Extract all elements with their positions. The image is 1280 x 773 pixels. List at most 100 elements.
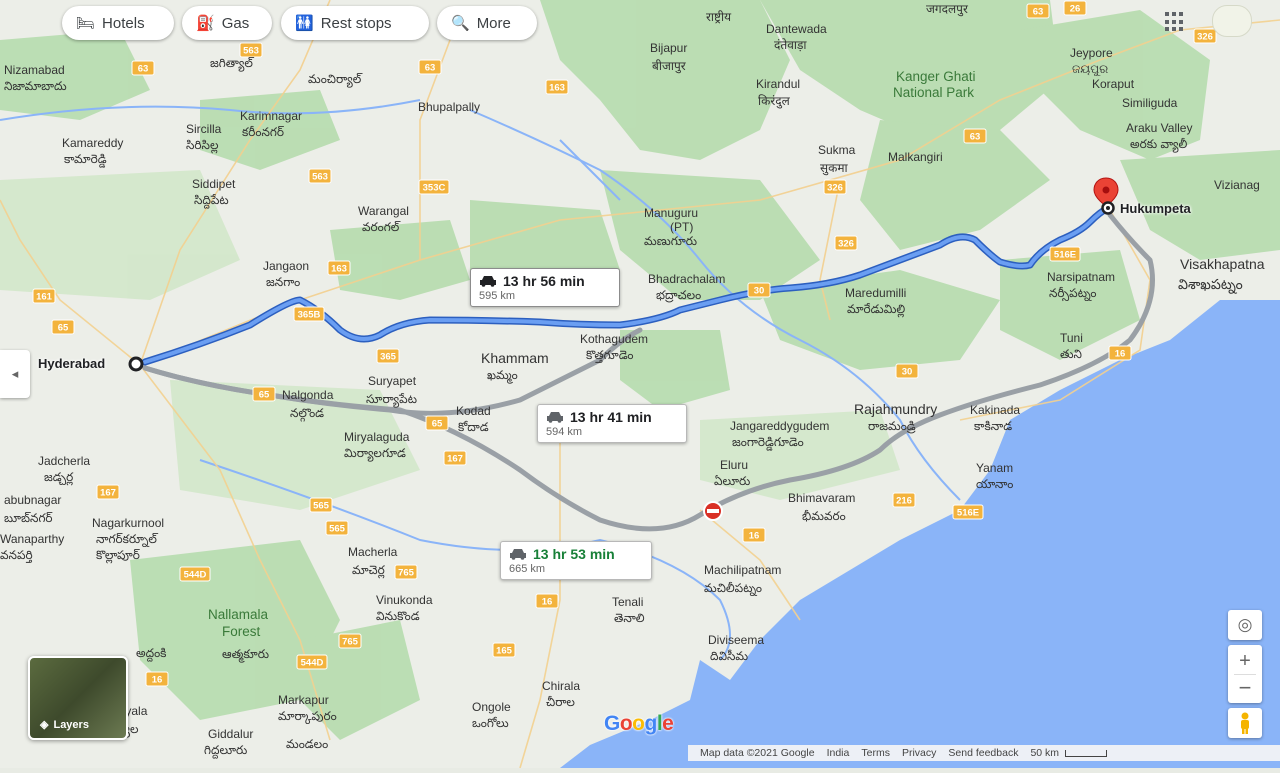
place-label-suryapet-te: సూర్యాపేట: [366, 392, 417, 406]
pegman-icon: [1241, 712, 1249, 734]
highway-shield-765: 765: [338, 633, 362, 649]
map-data-text: Map data ©2021 Google: [700, 747, 815, 759]
place-label-nallamala: Nallamala: [208, 607, 269, 622]
place-label-manuguru-te: మణుగూరు: [644, 234, 698, 248]
gas-pump-icon: ⛽: [196, 15, 215, 32]
zoom-out-button[interactable]: −: [1239, 675, 1252, 701]
place-label-nallamala2: Forest: [222, 624, 261, 639]
highway-shield-563: 563: [239, 42, 263, 58]
place-label-jagdalpur: जगदलपुर: [926, 2, 968, 16]
car-icon: [480, 276, 496, 287]
place-label-kothagudem-te: కొత్తగూడెం: [586, 348, 634, 362]
terms-link[interactable]: Terms: [861, 747, 890, 759]
zoom-in-button[interactable]: +: [1239, 648, 1251, 674]
highway-shield-65: 65: [51, 319, 75, 335]
highway-shield-63: 63: [131, 60, 155, 76]
place-label-miryalaguda-te: మిర్యాలగూడ: [344, 446, 406, 460]
route-option-1[interactable]: 13 hr 56 min 595 km: [470, 268, 620, 307]
privacy-link[interactable]: Privacy: [902, 747, 936, 759]
map-base: 6356363163563353C16316165365B36565651671…: [0, 0, 1280, 769]
map-canvas[interactable]: 63 563 63 163 563 353C 163 161 65 365B 365 65 65 167 1…: [0, 0, 1280, 769]
place-label-giddalur: Giddalur: [208, 727, 254, 741]
place-label-sircilla-te: సిరిసిల్ల: [186, 138, 219, 152]
route-time: 13 hr 41 min: [570, 409, 652, 425]
highway-number: 63: [970, 132, 981, 143]
pegman-button[interactable]: [1228, 708, 1262, 738]
place-label-bhadrachalam: Bhadrachalam: [648, 272, 726, 286]
place-label-kirandul-te: किरंदुल: [758, 94, 790, 108]
place-label-malkangiri: Malkangiri: [888, 150, 943, 164]
place-label-chirala: Chirala: [542, 679, 581, 693]
place-label-diviseema: Diviseema: [708, 633, 765, 647]
place-label-karimnagar: Karimnagar: [240, 109, 303, 123]
region-link[interactable]: India: [827, 747, 850, 759]
place-label-kothagudem: Kothagudem: [580, 332, 649, 346]
place-label-suryapet: Suryapet: [368, 374, 417, 388]
place-label-tenali-te: తెనాలి: [614, 611, 645, 625]
apps-grid-icon[interactable]: [1165, 12, 1185, 32]
place-label-bhimavaram-te: భీమవరం: [802, 509, 846, 523]
place-label-bhupalpally: Bhupalpally: [418, 100, 481, 114]
send-feedback-link[interactable]: Send feedback: [948, 747, 1018, 759]
google-logo: Google: [604, 712, 674, 735]
rest-stop-icon: 🚻: [295, 15, 314, 32]
scale-label[interactable]: 50 km: [1030, 747, 1059, 759]
place-label-tuni-te: తుని: [1060, 347, 1082, 361]
gas-label: Gas: [221, 14, 250, 32]
highway-number: 30: [754, 286, 765, 297]
highway-number: 563: [312, 172, 328, 183]
highway-shield-326: 326: [834, 235, 858, 251]
place-label-tuni: Tuni: [1060, 331, 1083, 345]
hotels-chip[interactable]: 🛏 Hotels: [62, 6, 174, 40]
highway-shield-16: 16: [145, 671, 169, 687]
place-label-tenali: Tenali: [612, 595, 644, 609]
collapse-panel-button[interactable]: ◂: [0, 350, 30, 398]
highway-shield-63: 63: [418, 59, 442, 75]
place-label-nagarkurnool: Nagarkurnool: [92, 516, 165, 530]
place-label-mandalam: మండలం: [286, 737, 329, 751]
bed-icon: 🛏: [76, 15, 96, 32]
place-label-jangareddy: Jangareddygudem: [730, 419, 830, 433]
route-time: 13 hr 56 min: [503, 273, 585, 289]
highway-number: 165: [496, 646, 513, 657]
place-label-addanki: అద్దంకి: [136, 646, 167, 660]
origin-label: Hyderabad: [38, 356, 106, 371]
highway-shield-563: 563: [308, 168, 332, 184]
place-label-vinukonda-te: వినుకొండ: [376, 609, 420, 623]
highway-number: 16: [152, 675, 163, 686]
place-label-sircilla: Sircilla: [186, 122, 222, 136]
highway-shield-565: 565: [325, 520, 349, 536]
place-label-wanaparthy-te: వనపర్తి: [0, 548, 33, 562]
chevron-left-icon: ◂: [11, 366, 19, 381]
highway-shield-26: 26: [1063, 0, 1087, 16]
place-label-kakinada-te: కాకినాడ: [974, 419, 1013, 433]
highway-number: 565: [329, 524, 346, 535]
route-option-3[interactable]: 13 hr 53 min 665 km: [500, 541, 652, 580]
highway-shield-163: 163: [545, 79, 569, 95]
place-label-eluru-te: ఏలూరు: [714, 474, 751, 488]
place-label-bhadrachalam-te: భద్రాచలం: [656, 288, 702, 302]
place-label-bhimavaram: Bhimavaram: [788, 491, 856, 505]
highway-shield-65: 65: [252, 386, 276, 402]
highway-number: 26: [1070, 4, 1081, 15]
account-avatar[interactable]: [1212, 5, 1252, 37]
place-label-kollapur: కొల్లాపూర్: [96, 548, 140, 562]
search-icon: 🔍: [451, 15, 470, 32]
more-chip[interactable]: 🔍 More: [437, 6, 537, 40]
gas-chip[interactable]: ⛽ Gas: [182, 6, 272, 40]
rest-stops-chip[interactable]: 🚻 Rest stops: [281, 6, 429, 40]
highway-shield-765: 765: [394, 564, 418, 580]
place-label-siddipet: Siddipet: [192, 177, 236, 191]
highway-shield-167: 167: [443, 450, 467, 466]
highway-shield-163: 163: [327, 260, 351, 276]
hotels-label: Hotels: [102, 14, 145, 32]
my-location-button[interactable]: ◎: [1228, 610, 1262, 640]
place-label-araku: Araku Valley: [1126, 121, 1193, 135]
highway-shield-165: 165: [492, 642, 516, 658]
highway-shield-353C: 353C: [418, 179, 450, 195]
highway-number: 65: [259, 390, 270, 401]
layers-button[interactable]: ◈ Layers: [28, 656, 128, 740]
route-option-2[interactable]: 13 hr 41 min 594 km: [537, 404, 687, 443]
place-label-macherla-te: మాచెర్ల: [352, 563, 385, 577]
place-label-khammam-te: ఖమ్మం: [487, 368, 518, 382]
